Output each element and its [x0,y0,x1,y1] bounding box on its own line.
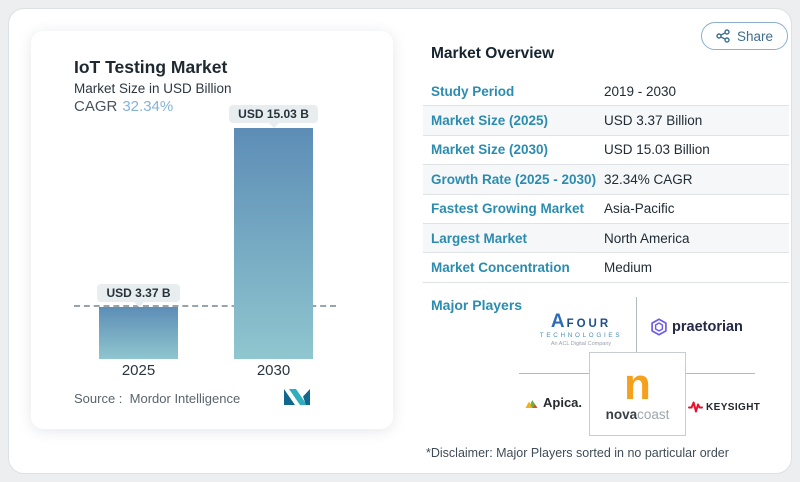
row-value: 2019 - 2030 [604,84,676,99]
report-card: IoT Testing Market Market Size in USD Bi… [8,8,792,474]
praetorian-wordmark: praetorian [672,319,743,335]
major-players-label: Major Players [431,297,522,313]
player-logo-keysight: KEYSIGHT [688,400,760,414]
novacoast-wordmark: novacoast [606,407,670,422]
row-value: North America [604,231,690,246]
player-logo-apica: Apica. [525,395,582,410]
player-logo-novacoast: n novacoast [589,352,686,436]
cagr-line: CAGR 32.34% [74,98,173,115]
share-icon [716,29,730,43]
row-label: Market Size (2030) [423,142,604,157]
apica-triangle-icon [525,396,539,409]
chart-card: IoT Testing Market Market Size in USD Bi… [31,31,393,429]
overview-heading: Market Overview [431,45,554,63]
share-button-label: Share [737,29,773,44]
table-row: Study Period 2019 - 2030 [423,77,789,106]
afour-a-monogram: A [551,312,565,331]
bar-group-2025: USD 3.37 B [99,284,178,359]
disclaimer-text: *Disclaimer: Major Players sorted in no … [426,446,729,460]
mordor-intelligence-logo-icon [284,388,310,405]
player-logo-praetorian: praetorian [650,318,743,336]
row-label: Market Concentration [423,260,604,275]
bar-2025 [99,307,178,359]
cagr-value: 32.34% [122,98,173,115]
table-row: Fastest Growing Market Asia-Pacific [423,195,789,224]
novacoast-n-monogram: n [624,366,651,403]
cagr-label: CAGR [74,98,117,115]
afour-technologies-text: TECHNOLOGIES [532,333,630,339]
bar-group-2030: USD 15.03 B [234,105,313,359]
table-row: Market Size (2030) USD 15.03 Billion [423,136,789,165]
table-row: Market Size (2025) USD 3.37 Billion [423,106,789,135]
afour-word: FOUR [567,319,612,331]
table-row: Market Concentration Medium [423,253,789,282]
row-value: Medium [604,260,652,275]
row-value: 32.34% CAGR [604,172,693,187]
player-logo-afour: A FOUR TECHNOLOGIES An ACL Digital Compa… [532,312,630,348]
table-row: Growth Rate (2025 - 2030) 32.34% CAGR [423,165,789,194]
share-button[interactable]: Share [701,22,788,50]
overview-table: Study Period 2019 - 2030 Market Size (20… [423,77,789,283]
afour-tagline: An ACL Digital Company [532,342,630,348]
row-value: USD 15.03 Billion [604,142,710,157]
row-label: Market Size (2025) [423,113,604,128]
keysight-wordmark: KEYSIGHT [706,402,760,413]
bar-value-tag-2030: USD 15.03 B [229,105,318,123]
x-axis-label-2030: 2030 [234,362,313,379]
source-label: Source : [74,391,122,406]
source-line: Source : Mordor Intelligence [74,391,240,406]
table-row: Largest Market North America [423,224,789,253]
apica-wordmark: Apica. [543,395,582,410]
row-label: Fastest Growing Market [423,201,604,216]
players-connector-vertical [636,297,637,353]
row-label: Largest Market [423,231,604,246]
bar-value-tag-2025: USD 3.37 B [97,284,179,302]
bar-2030 [234,128,313,359]
praetorian-hexagon-icon [650,318,668,336]
keysight-spark-icon [688,400,703,414]
row-value: USD 3.37 Billion [604,113,702,128]
row-value: Asia-Pacific [604,201,675,216]
chart-subtitle: Market Size in USD Billion [74,81,232,96]
row-label: Study Period [423,84,604,99]
chart-title: IoT Testing Market [74,57,227,78]
source-value: Mordor Intelligence [130,391,241,406]
row-label: Growth Rate (2025 - 2030) [423,172,604,187]
x-axis-label-2025: 2025 [99,362,178,379]
